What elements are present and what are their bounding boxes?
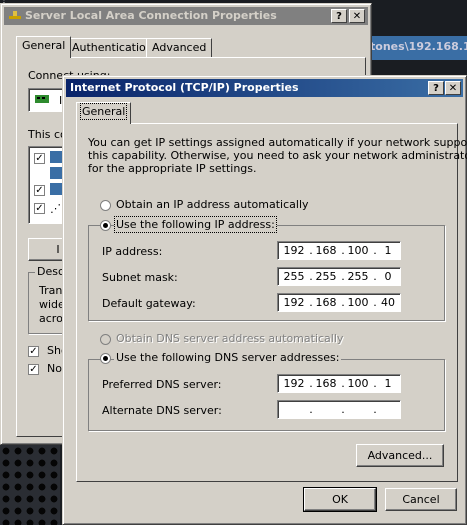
lan-properties-titlebar: Server Local Area Connection Properties … — [4, 7, 368, 25]
show-icon-checkbox[interactable]: ✓ — [28, 346, 39, 357]
description-line-2: wide — [39, 298, 65, 311]
ip-address-label: IP address: — [102, 245, 163, 258]
lan-close-button[interactable]: ✕ — [349, 9, 365, 23]
obtain-ip-auto-label: Obtain an IP address automatically — [116, 198, 309, 211]
tcpip-properties-window: Internet Protocol (TCP/IP) Properties ? … — [62, 75, 467, 525]
preferred-dns-octet-3: 100 — [347, 377, 369, 390]
alternate-dns-label: Alternate DNS server: — [102, 404, 222, 417]
component-checkbox-1[interactable]: ✓ — [34, 153, 45, 164]
default-gateway-label: Default gateway: — [102, 297, 196, 310]
lan-tab-general[interactable]: General — [16, 36, 72, 58]
alternate-dns-field[interactable]: . . . — [277, 400, 401, 419]
help-button[interactable]: ? — [428, 81, 444, 95]
notify-checkbox[interactable]: ✓ — [28, 364, 39, 375]
subnet-mask-label: Subnet mask: — [102, 271, 178, 284]
subnet-octet-4: 0 — [384, 270, 392, 283]
obtain-ip-auto-radio[interactable] — [100, 200, 111, 211]
lan-properties-title: Server Local Area Connection Properties — [25, 9, 277, 22]
obtain-dns-auto-radio[interactable] — [100, 334, 111, 345]
lan-tab-authentication[interactable]: Authentication — [66, 38, 159, 58]
close-icon: ✕ — [448, 83, 458, 94]
network-adapter-icon — [35, 93, 49, 110]
intro-line-2: this capability. Otherwise, you need to … — [88, 149, 467, 162]
intro-line-1: You can get IP settings assigned automat… — [88, 136, 467, 149]
network-connection-icon — [8, 9, 22, 21]
ok-button[interactable]: OK — [303, 487, 377, 512]
background-window-title: tones\192.168.10 — [370, 40, 467, 53]
cancel-button[interactable]: Cancel — [385, 488, 457, 511]
this-connection-label: This co — [28, 128, 67, 141]
component-checkbox-3[interactable]: ✓ — [34, 185, 45, 196]
description-line-1: Tran — [39, 284, 63, 297]
close-button[interactable]: ✕ — [445, 81, 461, 95]
component-icon-2 — [50, 167, 62, 179]
preferred-dns-octet-2: 168 — [315, 377, 337, 390]
advanced-button[interactable]: Advanced... — [356, 444, 444, 467]
obtain-dns-auto-label: Obtain DNS server address automatically — [116, 332, 344, 345]
preferred-dns-octet-1: 192 — [283, 377, 305, 390]
dns-settings-groupbox — [88, 359, 445, 431]
gateway-octet-4: 40 — [381, 296, 395, 309]
speaker-grille-backdrop — [0, 445, 60, 525]
use-following-dns-radio[interactable] — [100, 353, 111, 364]
gateway-octet-2: 168 — [315, 296, 337, 309]
gateway-octet-3: 100 — [347, 296, 369, 309]
ip-octet-3: 100 — [347, 244, 369, 257]
lan-tab-advanced[interactable]: Advanced — [146, 38, 213, 58]
ip-octet-2: 168 — [315, 244, 337, 257]
tcpip-titlebar: Internet Protocol (TCP/IP) Properties ? … — [66, 79, 463, 97]
preferred-dns-field[interactable]: 192 . 168 . 100 . 1 — [277, 374, 401, 393]
lan-help-button[interactable]: ? — [331, 9, 347, 23]
use-following-dns-label: Use the following DNS server addresses: — [114, 351, 342, 364]
tcpip-title: Internet Protocol (TCP/IP) Properties — [70, 81, 299, 94]
use-following-ip-label: Use the following IP address: — [114, 216, 277, 233]
component-icon-1 — [50, 151, 62, 163]
general-panel: You can get IP settings assigned automat… — [76, 123, 467, 482]
use-following-ip-radio[interactable] — [100, 220, 111, 231]
intro-line-3: for the appropriate IP settings. — [88, 162, 257, 175]
subnet-mask-field[interactable]: 255 . 255 . 255 . 0 — [277, 267, 401, 286]
tab-general[interactable]: General — [76, 102, 132, 124]
component-checkbox-4[interactable]: ✓ — [34, 203, 45, 214]
preferred-dns-label: Preferred DNS server: — [102, 378, 222, 391]
preferred-dns-octet-4: 1 — [384, 377, 392, 390]
component-icon-3 — [50, 183, 62, 195]
ip-octet-4: 1 — [384, 244, 392, 257]
ip-address-field[interactable]: 192 . 168 . 100 . 1 — [277, 241, 401, 260]
subnet-octet-2: 255 — [315, 270, 337, 283]
gateway-octet-1: 192 — [283, 296, 305, 309]
ip-octet-1: 192 — [283, 244, 305, 257]
tcpip-protocol-icon: ⋰ — [50, 202, 61, 215]
subnet-octet-1: 255 — [283, 270, 305, 283]
default-gateway-field[interactable]: 192 . 168 . 100 . 40 — [277, 293, 401, 312]
subnet-octet-3: 255 — [347, 270, 369, 283]
